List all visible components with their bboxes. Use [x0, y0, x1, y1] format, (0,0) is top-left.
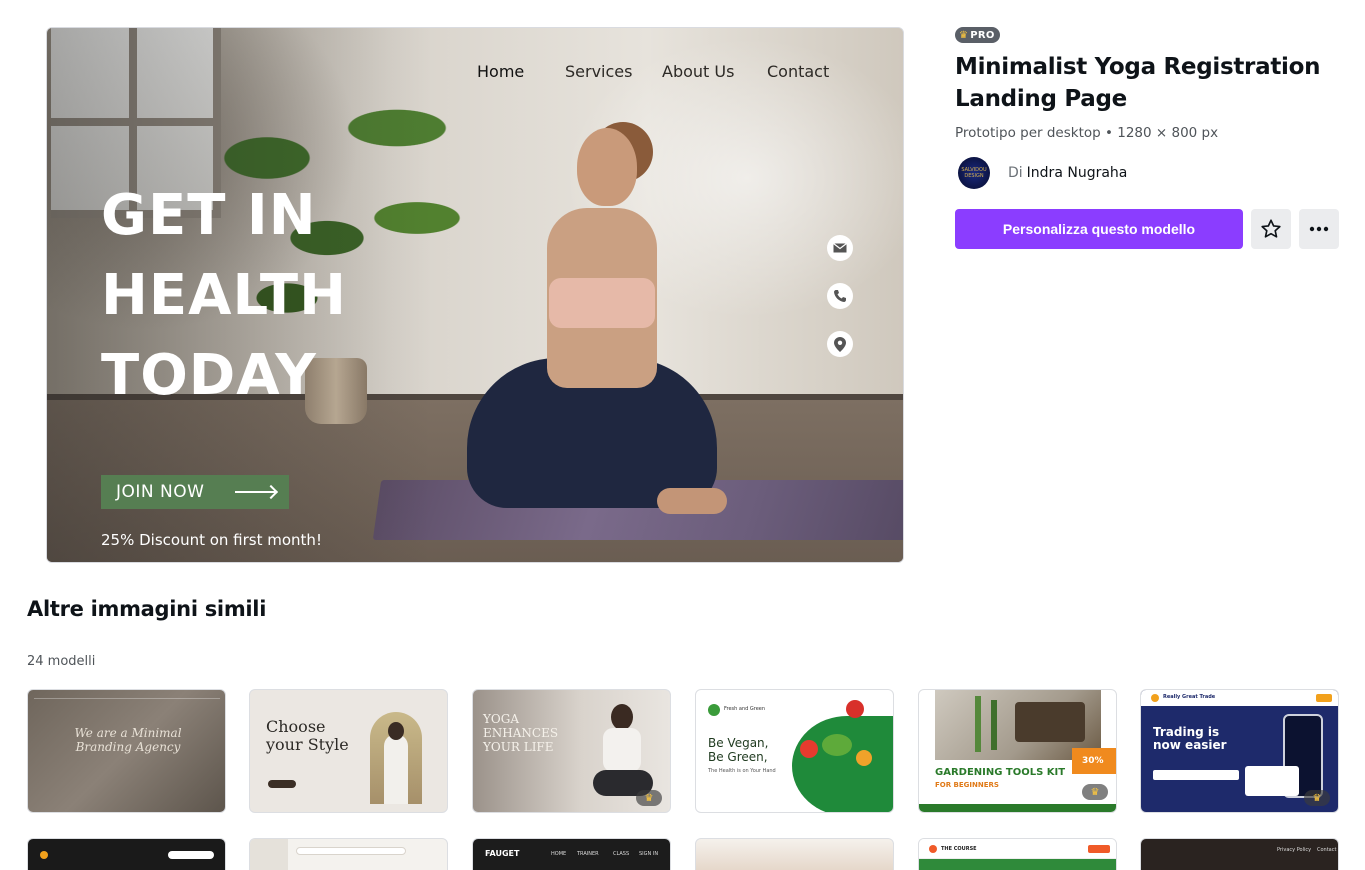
thumb-subtitle: FOR BEGINNERS — [935, 781, 999, 789]
thumb-green-shape — [792, 716, 893, 812]
tomato-shape — [846, 700, 864, 718]
thumb-photo — [370, 712, 422, 804]
similar-template-card[interactable] — [249, 838, 448, 870]
similar-template-card[interactable]: We are a Minimal Branding Agency — [27, 689, 226, 813]
headline-line-1: GET IN — [101, 183, 317, 248]
author-row: SALVIDOU DESIGN Di Indra Nugraha — [958, 157, 1127, 189]
thumb-nav-item: SIGN IN — [639, 851, 659, 857]
cabbage-shape — [822, 734, 852, 756]
similar-template-card[interactable]: Fresh and Green Be Vegan, Be Green, The … — [695, 689, 894, 813]
thumb-search — [296, 847, 406, 855]
author-avatar[interactable]: SALVIDOU DESIGN — [958, 157, 990, 189]
thumb-brand: FAUGET — [485, 849, 520, 858]
thumb-headline: GARDENING TOOLS KIT — [935, 767, 1066, 778]
similar-template-card[interactable] — [27, 838, 226, 870]
arrow-right-icon — [235, 491, 275, 493]
headline-line-3: TODAY — [101, 343, 317, 408]
join-button-label: JOIN NOW — [116, 482, 205, 502]
similar-template-card[interactable] — [695, 838, 894, 870]
thumb-discount: 30% — [1082, 756, 1104, 766]
similar-template-card[interactable]: Really Great Trade Trading is now easier… — [1140, 689, 1339, 813]
pro-crown-icon: ♛ — [1082, 784, 1108, 800]
star-icon — [1261, 219, 1281, 238]
thumb-discount-tag: 30% — [1072, 748, 1116, 774]
thumb-subtitle: The Health is on Your Hand — [708, 768, 776, 774]
pro-badge: ♛ PRO — [955, 27, 1000, 43]
pro-crown-icon: ♛ — [1304, 790, 1330, 806]
thumb-logo — [40, 851, 48, 859]
similar-template-card[interactable]: YOGA ENHANCES YOUR LIFE ♛ — [472, 689, 671, 813]
thumb-footer-bar — [919, 804, 1116, 812]
similar-count: 24 modelli — [27, 654, 96, 669]
phone-icon — [827, 283, 853, 309]
preview-contact-icons — [827, 235, 853, 379]
pro-badge-label: PRO — [970, 29, 995, 41]
template-title: Minimalist Yoga Registration Landing Pag… — [955, 54, 1321, 112]
thumb-topbar: Really Great Trade — [1141, 690, 1338, 706]
preview-join-button: JOIN NOW — [101, 475, 289, 509]
thumb-topbar: THE COURSE — [919, 839, 1116, 859]
favorite-button[interactable] — [1251, 209, 1291, 249]
thumb-nav-item: TRAINER — [577, 851, 599, 857]
more-options-button[interactable] — [1299, 209, 1339, 249]
thumb-brand: Really Great Trade — [1163, 694, 1216, 700]
preview-discount-text: 25% Discount on first month! — [101, 531, 322, 549]
customize-template-button[interactable]: Personalizza questo modello — [955, 209, 1243, 249]
thumb-nav-item: Privacy Policy — [1277, 847, 1312, 853]
pepper-shape — [856, 750, 872, 766]
thumb-nav — [34, 698, 220, 702]
avatar-text: SALVIDOU DESIGN — [961, 167, 987, 179]
template-meta: Prototipo per desktop • 1280 × 800 px — [955, 125, 1219, 141]
thumb-hero-band — [919, 859, 1116, 870]
similar-template-card[interactable]: Choose your Style — [249, 689, 448, 813]
thumb-headline: Choose your Style — [266, 717, 349, 754]
thumb-card — [1245, 766, 1299, 796]
tomato-shape — [800, 740, 818, 758]
author-prefix: Di — [1008, 165, 1023, 181]
headline-line-2: HEALTH — [101, 263, 347, 328]
similar-template-card[interactable]: FAUGET HOME TRAINER CLASS SIGN IN — [472, 838, 671, 870]
more-horizontal-icon — [1309, 226, 1329, 232]
thumb-button — [268, 780, 296, 788]
thumb-brand: Fresh and Green — [724, 706, 766, 712]
mail-icon — [827, 235, 853, 261]
similar-template-card[interactable]: 30% GARDENING TOOLS KIT FOR BEGINNERS ♛ — [918, 689, 1117, 813]
thumb-search — [168, 851, 214, 859]
thumb-logo — [708, 704, 720, 716]
thumb-headline: Trading is now easier — [1153, 725, 1227, 752]
thumb-brand: THE COURSE — [941, 846, 977, 852]
author-link[interactable]: Indra Nugraha — [1027, 165, 1128, 181]
pro-crown-icon: ♛ — [636, 790, 662, 806]
similar-template-card[interactable]: Privacy Policy Contact — [1140, 838, 1339, 870]
thumb-headline: Be Vegan, Be Green, — [708, 736, 769, 764]
preview-headline: GET IN HEALTH TODAY — [101, 176, 421, 416]
preview-nav-about: About Us — [662, 62, 735, 81]
similar-template-card[interactable]: THE COURSE — [918, 838, 1117, 870]
preview-nav-contact: Contact — [767, 62, 830, 81]
crown-icon: ♛ — [959, 29, 969, 41]
preview-nav-home: Home — [477, 62, 525, 81]
thumb-nav-item: HOME — [551, 851, 567, 857]
location-pin-icon — [827, 331, 853, 357]
preview-nav-services: Services — [565, 62, 633, 81]
thumb-input — [1153, 770, 1239, 780]
template-preview[interactable]: Home Services About Us Contact GET IN HE… — [46, 27, 904, 563]
thumb-nav-item: CLASS — [613, 851, 630, 857]
similar-section-title: Altre immagini simili — [27, 597, 267, 621]
thumb-headline: YOGA ENHANCES YOUR LIFE — [483, 712, 559, 754]
thumb-headline: We are a Minimal Branding Agency — [74, 726, 182, 754]
thumb-sidebar — [250, 839, 288, 870]
thumb-nav-item: Contact — [1317, 847, 1337, 853]
